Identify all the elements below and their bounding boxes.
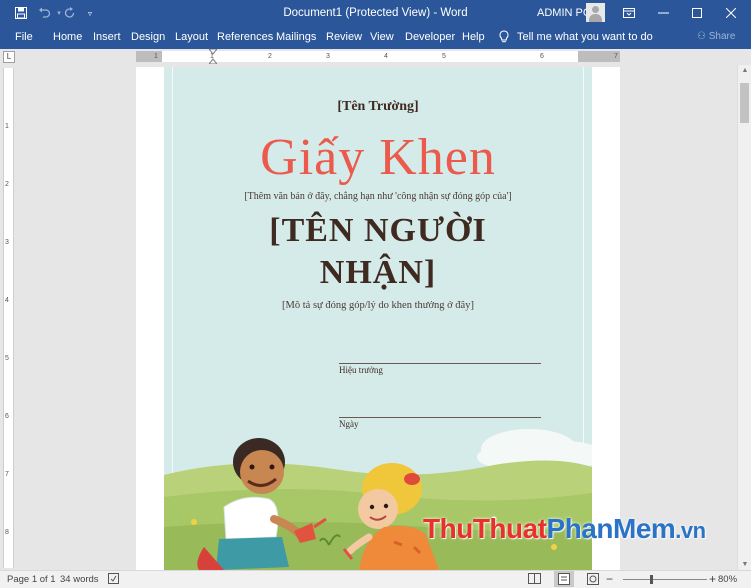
ruler-number: 8 [5, 529, 9, 536]
share-label: Share [708, 31, 736, 42]
scroll-down-icon[interactable]: ▼ [738, 561, 751, 568]
recipient-line-1: [TÊN NGƯỜI [269, 212, 487, 249]
ruler-number: 1 [154, 53, 158, 60]
page-count[interactable]: Page 1 of 1 [7, 574, 56, 585]
scroll-up-icon[interactable]: ▲ [738, 67, 751, 74]
tab-view[interactable]: View [370, 31, 394, 43]
read-mode-icon[interactable] [528, 573, 541, 587]
zoom-out-icon[interactable]: − [606, 572, 613, 586]
ruler-number: 5 [5, 355, 9, 362]
signature-label[interactable]: Hiệu trưởng [339, 365, 383, 375]
tab-insert[interactable]: Insert [93, 31, 121, 43]
avatar[interactable] [586, 3, 605, 22]
recipient-line-2: NHẬN] [319, 254, 437, 291]
vertical-ruler[interactable]: 1 2 3 4 5 6 7 8 [3, 68, 14, 568]
word-count[interactable]: 34 words [60, 574, 99, 585]
status-bar: Page 1 of 1 34 words − + 80% [0, 570, 751, 588]
tab-mailings[interactable]: Mailings [276, 31, 316, 43]
vertical-scrollbar[interactable]: ▲ ▼ [737, 65, 751, 570]
ruler-row: L 1 1 2 3 4 5 6 7 [0, 49, 751, 65]
user-name[interactable]: ADMIN PC [537, 7, 591, 19]
word-window: ▾ ▿ Document1 (Protected View) - Word AD… [0, 0, 751, 588]
children-planting-illustration [164, 429, 592, 570]
lightbulb-icon [499, 30, 509, 43]
ruler-number: 2 [268, 53, 272, 60]
tab-selector[interactable]: L [3, 51, 15, 63]
indent-marker-icon[interactable] [209, 49, 217, 64]
print-layout-icon[interactable] [554, 571, 574, 587]
redo-icon[interactable] [62, 5, 78, 21]
site-watermark-logo: ThuThuatPhanMem.vn [423, 513, 706, 544]
ribbon-tabs: File Home Insert Design Layout Reference… [0, 26, 751, 49]
tab-references[interactable]: References [217, 31, 273, 43]
ruler-number: 5 [442, 53, 446, 60]
scrollbar-thumb[interactable] [740, 83, 749, 123]
customize-toolbar-icon[interactable]: ▿ [82, 5, 98, 21]
certificate-subtitle[interactable]: [Thêm văn bản ở đây, chẳng hạn như 'công… [164, 191, 592, 202]
tab-layout[interactable]: Layout [175, 31, 208, 43]
ruler-number: 1 [5, 123, 9, 130]
ruler-number: 4 [5, 297, 9, 304]
close-icon[interactable] [714, 0, 748, 26]
zoom-slider-thumb[interactable] [650, 575, 653, 584]
certificate: [Tên Trường] Giấy Khen [Thêm văn bản ở đ… [164, 67, 592, 570]
ruler-number: 6 [5, 413, 9, 420]
signature-line [339, 363, 541, 364]
zoom-level[interactable]: 80% [718, 574, 737, 585]
tab-review[interactable]: Review [326, 31, 362, 43]
undo-icon[interactable] [36, 5, 52, 21]
ruler-number: 4 [384, 53, 388, 60]
ruler-number: 6 [540, 53, 544, 60]
title-bar: ▾ ▿ Document1 (Protected View) - Word AD… [0, 0, 751, 26]
tab-file[interactable]: File [15, 31, 33, 43]
certificate-headline[interactable]: Giấy Khen [164, 127, 592, 189]
recipient-name[interactable]: [TÊN NGƯỜI NHẬN] [164, 210, 592, 294]
ruler-number: 7 [5, 471, 9, 478]
tab-developer[interactable]: Developer [405, 31, 455, 43]
proofing-icon[interactable] [108, 573, 119, 587]
zoom-slider[interactable] [623, 579, 707, 580]
horizontal-ruler[interactable]: 1 1 2 3 4 5 6 7 [136, 49, 620, 64]
tab-home[interactable]: Home [53, 31, 82, 43]
web-layout-icon[interactable] [587, 573, 599, 588]
ruler-number: 7 [614, 53, 618, 60]
maximize-icon[interactable] [680, 0, 714, 26]
share-button[interactable]: ⚇ Share [697, 31, 735, 42]
tell-me-label: Tell me what you want to do [517, 30, 653, 43]
school-name[interactable]: [Tên Trường] [164, 99, 592, 115]
save-icon[interactable] [13, 5, 29, 21]
tab-help[interactable]: Help [462, 31, 485, 43]
ruler-number: 3 [5, 239, 9, 246]
ruler-number: 3 [326, 53, 330, 60]
date-line [339, 417, 541, 418]
tab-design[interactable]: Design [131, 31, 165, 43]
document-page[interactable]: [Tên Trường] Giấy Khen [Thêm văn bản ở đ… [136, 67, 620, 570]
person-icon: ⚇ [697, 31, 706, 42]
award-description[interactable]: [Mô tả sự đóng góp/lý do khen thưởng ở đ… [164, 300, 592, 311]
ribbon-display-options-icon[interactable] [612, 0, 646, 26]
minimize-icon[interactable] [646, 0, 680, 26]
zoom-in-icon[interactable]: + [709, 572, 716, 586]
tell-me-search[interactable]: Tell me what you want to do [499, 30, 653, 43]
ruler-number: 2 [5, 181, 9, 188]
